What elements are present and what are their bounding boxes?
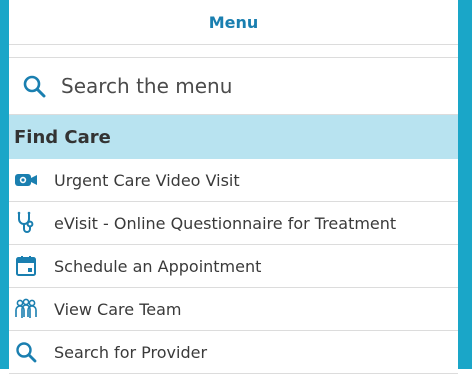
menu-item-label: eVisit - Online Questionnaire for Treatm… [54, 213, 397, 233]
menu-list: Urgent Care Video Visit eVisit - Online … [9, 159, 458, 374]
section-title: Find Care [14, 126, 111, 148]
search-icon [21, 73, 47, 99]
section-header-find-care[interactable]: Find Care [9, 115, 458, 159]
stethoscope-icon [14, 211, 38, 235]
search-icon [14, 340, 38, 364]
calendar-icon [14, 254, 38, 278]
menu-title: Menu [208, 12, 259, 32]
menu-item-label: View Care Team [54, 299, 182, 319]
menu-item-schedule-appointment[interactable]: Schedule an Appointment [9, 245, 458, 288]
menu-item-label: Schedule an Appointment [54, 256, 262, 276]
search-bar[interactable] [9, 57, 458, 115]
care-team-icon [14, 297, 38, 321]
menu-panel: Menu Find Care [9, 0, 458, 374]
menu-item-search-provider[interactable]: Search for Provider [9, 331, 458, 374]
app-frame: Menu Find Care [0, 0, 472, 374]
menu-item-evisit[interactable]: eVisit - Online Questionnaire for Treatm… [9, 202, 458, 245]
menu-title-bar: Menu [9, 0, 458, 45]
left-border [0, 0, 9, 369]
search-input[interactable] [59, 73, 423, 99]
menu-item-label: Search for Provider [54, 342, 208, 362]
video-camera-icon [14, 168, 38, 192]
menu-item-urgent-care-video-visit[interactable]: Urgent Care Video Visit [9, 159, 458, 202]
menu-item-view-care-team[interactable]: View Care Team [9, 288, 458, 331]
menu-item-label: Urgent Care Video Visit [54, 170, 240, 190]
right-border [458, 0, 472, 369]
